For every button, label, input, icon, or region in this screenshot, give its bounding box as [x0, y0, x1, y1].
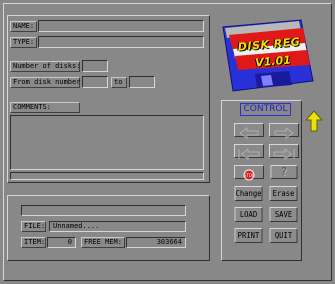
save-button[interactable]: SAVE: [269, 207, 298, 222]
name-field[interactable]: [38, 20, 204, 32]
svg-text:STOP: STOP: [244, 173, 255, 178]
item-value: 0: [47, 237, 76, 248]
scroll-up-button[interactable]: [304, 110, 324, 132]
load-button[interactable]: LOAD: [234, 207, 263, 222]
next-button[interactable]: [269, 123, 299, 139]
stop-sign-icon: STOP: [243, 169, 255, 181]
quit-button[interactable]: QUIT: [269, 228, 298, 243]
free-mem-label: FREE MEM:: [81, 237, 125, 248]
prev-button[interactable]: [234, 123, 264, 139]
comments-divider: [10, 172, 204, 180]
to-disk-field[interactable]: [129, 76, 155, 88]
from-disk-field[interactable]: [82, 76, 108, 88]
file-field[interactable]: Unnamed....: [49, 221, 186, 232]
comments-label: COMMENTS:: [10, 102, 80, 113]
num-disks-field[interactable]: [82, 60, 108, 72]
num-disks-label: Number of disks:: [10, 61, 80, 72]
print-button[interactable]: PRINT: [234, 228, 263, 243]
first-record-button[interactable]: [234, 144, 264, 161]
last-record-icon: [273, 147, 295, 161]
free-mem-value: 303664: [126, 237, 186, 248]
to-label: to: [111, 77, 127, 88]
control-title: CONTROL: [240, 103, 291, 116]
type-field[interactable]: [38, 36, 204, 48]
file-label: FILE:: [21, 221, 46, 232]
right-arrow-icon: [274, 127, 294, 139]
left-arrow-icon: [239, 127, 259, 139]
first-record-icon: [238, 147, 260, 161]
change-button[interactable]: Change: [234, 186, 263, 201]
help-button[interactable]: ?: [270, 165, 298, 179]
name-label: NAME:: [10, 21, 37, 32]
item-label: ITEM:: [21, 237, 46, 248]
last-record-button[interactable]: [269, 144, 299, 161]
comments-field[interactable]: [10, 115, 204, 170]
up-arrow-icon: [304, 110, 324, 132]
erase-button[interactable]: Erase: [269, 186, 298, 201]
from-disk-label: From disk number: [10, 77, 80, 88]
disk-reg-logo: DISK REG V1.01: [219, 19, 315, 93]
type-label: TYPE:: [10, 37, 37, 48]
progress-bar: [21, 205, 186, 216]
stop-button[interactable]: STOP: [234, 165, 264, 181]
